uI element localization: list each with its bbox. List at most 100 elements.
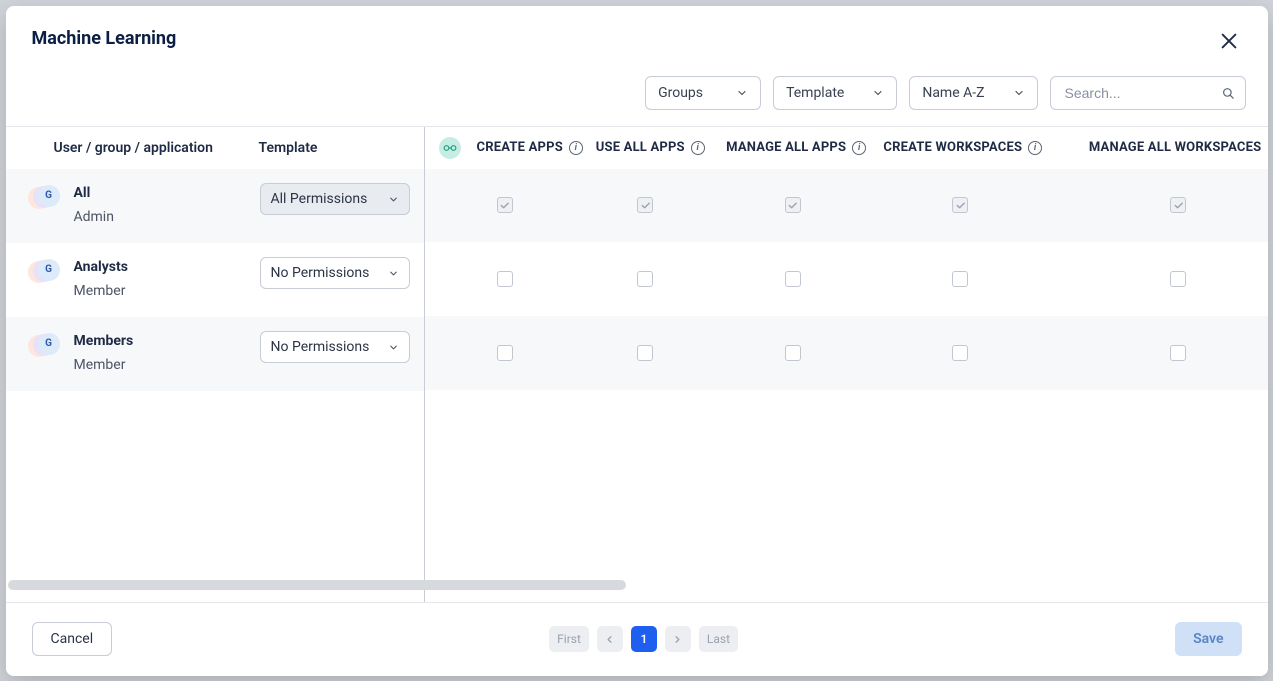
avatar-front-icon: G	[38, 185, 60, 207]
left-rows: G All Admin All Permissions	[6, 169, 424, 391]
chevron-right-icon	[672, 634, 683, 645]
permission-checkbox[interactable]	[785, 197, 801, 213]
chevron-down-icon	[388, 341, 399, 352]
permission-columns-header: CREATE APPS i USE ALL APPS i MANAGE ALL …	[425, 127, 1268, 169]
permission-checkbox[interactable]	[1170, 197, 1186, 213]
group-name: Members	[74, 331, 260, 351]
column-header-manage-all-workspaces: MANAGE ALL WORKSPACES	[1089, 140, 1268, 155]
pager-first-button[interactable]: First	[549, 626, 589, 652]
avatar-stack: G	[28, 259, 62, 285]
avatar-front-icon: G	[38, 259, 60, 281]
chevron-left-icon	[604, 634, 615, 645]
chevron-down-icon	[1013, 87, 1025, 99]
column-label: MANAGE ALL WORKSPACES	[1089, 140, 1262, 155]
horizontal-scrollbar[interactable]	[8, 580, 1266, 590]
column-header-create-apps: CREATE APPS i	[439, 137, 596, 159]
group-name: Analysts	[74, 257, 260, 277]
modal-header: Machine Learning	[6, 6, 1268, 58]
close-icon	[1218, 30, 1240, 52]
group-info: All Admin	[62, 183, 260, 225]
permission-checkbox[interactable]	[785, 345, 801, 361]
pager-prev-button[interactable]	[597, 626, 623, 652]
pager: First 1 Last	[549, 626, 738, 652]
scope-select[interactable]: Groups	[645, 76, 761, 110]
permission-checkbox[interactable]	[497, 197, 513, 213]
permission-checkbox[interactable]	[1170, 271, 1186, 287]
group-row: G Analysts Member No Permissions	[6, 243, 424, 317]
info-icon[interactable]: i	[1028, 141, 1042, 155]
info-icon[interactable]: i	[569, 141, 583, 155]
row-template-select[interactable]: All Permissions	[260, 183, 410, 215]
glasses-icon	[439, 137, 461, 159]
group-role: Member	[74, 283, 260, 299]
modal-title: Machine Learning	[32, 28, 177, 49]
permissions-modal: Machine Learning Groups Template Name A-…	[6, 6, 1268, 676]
column-label: MANAGE ALL APPS	[726, 140, 846, 155]
permission-checkbox[interactable]	[785, 271, 801, 287]
permission-checkbox[interactable]	[952, 345, 968, 361]
permission-row	[425, 242, 1268, 316]
column-label: CREATE APPS	[477, 140, 563, 155]
permission-row	[425, 316, 1268, 390]
permission-checkbox[interactable]	[637, 197, 653, 213]
column-header-use-all-apps: USE ALL APPS i	[596, 140, 726, 155]
row-template-label: No Permissions	[271, 265, 370, 281]
avatar-stack: G	[28, 333, 62, 359]
row-template-label: No Permissions	[271, 339, 370, 355]
pager-page-button[interactable]: 1	[631, 626, 657, 652]
save-button[interactable]: Save	[1175, 622, 1241, 656]
permission-checkbox[interactable]	[637, 271, 653, 287]
pager-last-button[interactable]: Last	[699, 626, 738, 652]
group-role: Member	[74, 357, 260, 373]
column-header-create-workspaces: CREATE WORKSPACES i	[883, 140, 1088, 155]
toolbar: Groups Template Name A-Z	[6, 58, 1268, 126]
template-select[interactable]: Template	[773, 76, 897, 110]
chevron-down-icon	[388, 193, 399, 204]
group-row: G All Admin All Permissions	[6, 169, 424, 243]
permission-checkbox[interactable]	[497, 271, 513, 287]
permission-checkbox[interactable]	[637, 345, 653, 361]
chevron-down-icon	[388, 267, 399, 278]
column-header-manage-all-apps: MANAGE ALL APPS i	[726, 140, 883, 155]
chevron-down-icon	[736, 87, 748, 99]
group-name: All	[74, 183, 260, 203]
column-label: USE ALL APPS	[596, 140, 685, 155]
search-input[interactable]	[1063, 84, 1213, 102]
left-column-header: User / group / application Template	[6, 127, 424, 169]
row-template-select[interactable]: No Permissions	[260, 331, 410, 363]
cancel-button[interactable]: Cancel	[32, 622, 113, 656]
row-template-label: All Permissions	[271, 191, 368, 207]
info-icon[interactable]: i	[691, 141, 705, 155]
pager-next-button[interactable]	[665, 626, 691, 652]
column-label: CREATE WORKSPACES	[883, 140, 1022, 155]
chevron-down-icon	[872, 87, 884, 99]
right-pane: CREATE APPS i USE ALL APPS i MANAGE ALL …	[425, 127, 1268, 602]
group-info: Members Member	[62, 331, 260, 373]
modal-footer: Cancel First 1 Last Save	[6, 602, 1268, 676]
row-template-select[interactable]: No Permissions	[260, 257, 410, 289]
modal-body: User / group / application Template G Al…	[6, 127, 1268, 602]
scrollbar-thumb[interactable]	[8, 580, 626, 590]
avatar-front-icon: G	[38, 333, 60, 355]
left-pane: User / group / application Template G Al…	[6, 127, 425, 602]
close-button[interactable]	[1216, 28, 1242, 58]
avatar-stack: G	[28, 185, 62, 211]
search-icon	[1221, 85, 1235, 101]
group-info: Analysts Member	[62, 257, 260, 299]
permission-checkbox[interactable]	[497, 345, 513, 361]
scope-select-label: Groups	[658, 85, 703, 101]
group-row: G Members Member No Permissions	[6, 317, 424, 391]
permission-rows	[425, 169, 1268, 390]
template-select-label: Template	[786, 85, 844, 101]
header-user: User / group / application	[54, 140, 259, 156]
permission-row	[425, 169, 1268, 242]
header-template: Template	[259, 140, 318, 156]
group-role: Admin	[74, 209, 260, 225]
permission-checkbox[interactable]	[1170, 345, 1186, 361]
sort-select[interactable]: Name A-Z	[909, 76, 1037, 110]
info-icon[interactable]: i	[852, 141, 866, 155]
search-field[interactable]	[1050, 76, 1246, 110]
permission-checkbox[interactable]	[952, 197, 968, 213]
permission-checkbox[interactable]	[952, 271, 968, 287]
sort-select-label: Name A-Z	[922, 85, 984, 101]
